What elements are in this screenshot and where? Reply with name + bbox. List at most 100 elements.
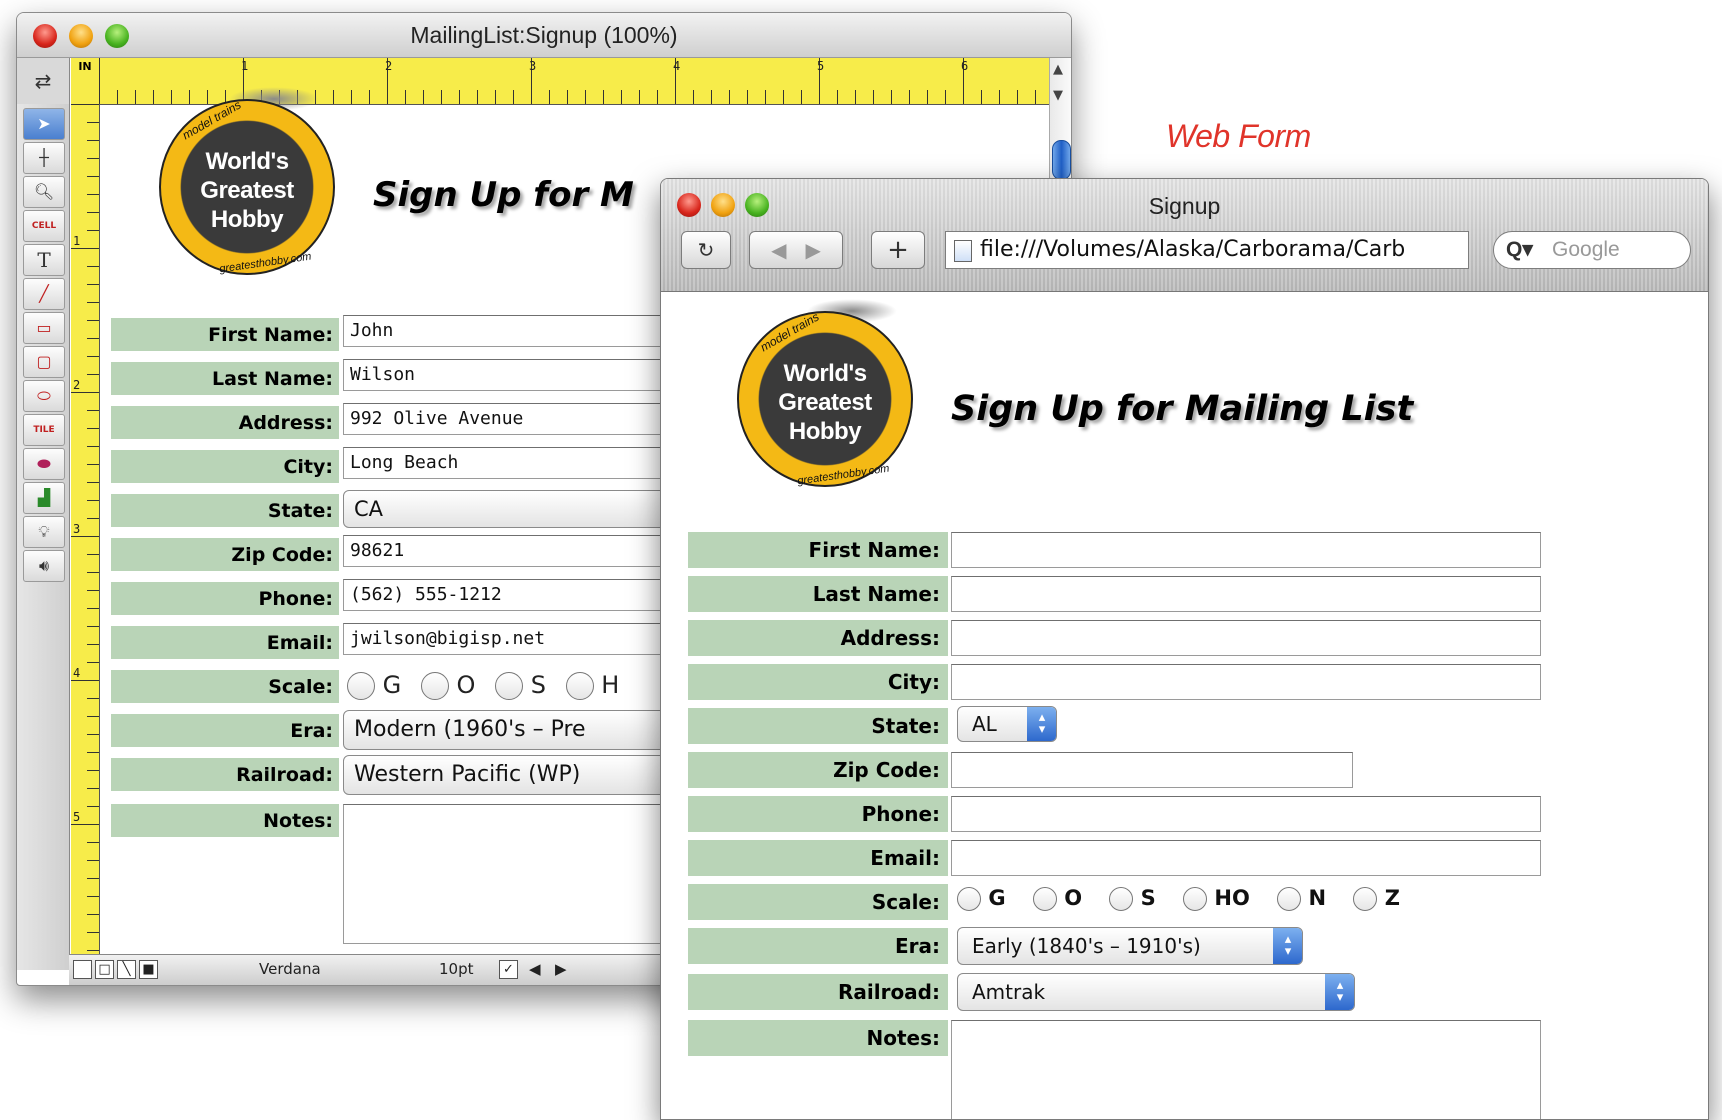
pointer-icon[interactable]: ➤ [23,108,65,140]
ruler-tick: 1 [73,234,81,248]
scroll-down-icon[interactable]: ▼ [1053,88,1063,103]
radio-label: O [1064,886,1083,910]
reload-icon[interactable]: ↻ [681,231,731,269]
scroll-thumb[interactable] [1052,140,1071,180]
font-name[interactable]: Verdana [259,960,321,978]
scroll-right-icon[interactable]: ▶ [555,960,567,978]
search-field[interactable]: Q▾ Google [1493,231,1691,269]
check-icon[interactable]: ✓ [499,960,518,979]
label-zip: Zip Code: [688,752,948,788]
label-railroad: Railroad: [111,758,339,791]
zip-input[interactable] [951,752,1353,788]
radio-button[interactable] [1277,887,1302,911]
label-last-name: Last Name: [688,576,948,612]
ruler-tick: 4 [673,59,681,73]
speaker-tool-icon[interactable]: 🔊︎ [23,550,65,582]
solid-swatch-icon[interactable]: ■ [139,960,158,979]
tile-tool-icon[interactable]: TILE [23,414,65,446]
font-size[interactable]: 10pt [439,960,474,978]
era-select[interactable]: Early (1840's – 1910's) ▴ ▾ [957,927,1303,965]
page-title: Sign Up for Mailing List [951,389,1414,429]
first-name-input[interactable] [951,532,1541,568]
text-tool-icon[interactable]: T [23,244,65,276]
zip-field[interactable]: 98621 [343,535,673,567]
notes-textarea[interactable] [951,1020,1541,1119]
line-tool-icon[interactable]: ╱ [23,278,65,310]
rectangle-tool-icon[interactable]: ▭ [23,312,65,344]
search-icon: Q▾ [1506,238,1533,261]
city-field[interactable]: Long Beach [343,447,673,479]
ruler-unit: IN [71,58,99,105]
radio-button[interactable] [347,672,375,700]
railroad-popup[interactable]: Western Pacific (WP) [343,755,683,795]
label-state: State: [688,708,948,744]
phone-input[interactable] [951,796,1541,832]
line-swatch-icon[interactable]: ╲ [117,960,136,979]
button-tool-icon[interactable]: ⬬ [23,448,65,480]
address-bar[interactable]: file:///Volumes/Alaska/Carborama/Carb [945,231,1469,269]
back-icon[interactable]: ◀ [771,238,786,262]
label-address: Address: [688,620,948,656]
mode-toggle-icon[interactable]: ⇄ [17,58,70,105]
back-forward-buttons[interactable]: ◀ ▶ [749,231,843,269]
radio-label: HO [1214,886,1250,910]
chart-tool-icon[interactable]: ▟ [23,482,65,514]
city-input[interactable] [951,664,1541,700]
fill-swatch-icon[interactable] [73,960,92,979]
oval-tool-icon[interactable]: ⬭ [23,380,65,412]
railroad-select-value: Amtrak [972,980,1046,1004]
radio-label: G [988,886,1006,910]
era-popup[interactable]: Modern (1960's – Pre [343,710,683,750]
email-field[interactable]: jwilson@bigisp.net [343,623,673,655]
label-notes: Notes: [111,804,339,837]
first-name-field[interactable]: John [343,315,673,347]
ruler-tick: 5 [817,59,825,73]
notes-field[interactable] [343,804,683,944]
state-popup[interactable]: CA [343,490,673,528]
last-name-field[interactable]: Wilson [343,359,673,391]
browser-window: Signup ↻ ◀ ▶ + file:///Volumes/Alaska/Ca… [660,178,1709,1120]
address-field[interactable]: 992 Olive Avenue [343,403,673,435]
browser-toolbar: Signup ↻ ◀ ▶ + file:///Volumes/Alaska/Ca… [661,179,1708,292]
add-bookmark-icon[interactable]: + [871,231,925,269]
label-era: Era: [688,928,948,964]
radio-label: Z [1384,886,1400,910]
radio-button[interactable] [495,672,524,700]
label-phone: Phone: [111,582,339,615]
forward-icon[interactable]: ▶ [806,238,821,262]
scroll-left-icon[interactable]: ◀ [529,960,541,978]
frame-swatch-icon[interactable]: □ [95,960,114,979]
scale-radio-group: G O S HO N Z [957,886,1400,911]
ruler-tick: 2 [385,59,393,73]
state-select[interactable]: AL ▴ ▾ [957,706,1057,742]
radio-button[interactable] [1109,887,1134,911]
logo: model trains World's Greatest Hobby grea… [737,299,913,487]
editor-heading: Sign Up for M [373,175,634,215]
crosshair-icon[interactable]: ┼ [23,142,65,174]
browser-window-title: Signup [1148,193,1221,219]
label-email: Email: [111,626,339,659]
address-input[interactable] [951,620,1541,656]
radio-button[interactable] [420,672,449,700]
radio-button[interactable] [957,887,981,911]
railroad-select[interactable]: Amtrak ▴ ▾ [957,973,1355,1011]
cell-tool-icon[interactable]: CELL [23,210,65,242]
phone-field[interactable]: (562) 555-1212 [343,579,673,611]
rounded-rect-tool-icon[interactable]: ▢ [23,346,65,378]
label-first-name: First Name: [688,532,948,568]
era-select-value: Early (1840's – 1910's) [972,934,1201,958]
radio-button[interactable] [1353,887,1378,911]
logo-text: World's Greatest Hobby [159,147,335,234]
scroll-up-icon[interactable]: ▲ [1053,62,1063,77]
ruler-tick: 4 [73,666,81,680]
state-select-value: AL [972,712,997,736]
radio-label: S [530,671,546,699]
last-name-input[interactable] [951,576,1541,612]
magnifier-icon[interactable]: 🔍︎ [23,176,65,208]
bulb-tool-icon[interactable]: 💡︎ [23,516,65,548]
radio-button[interactable] [1032,887,1057,911]
radio-button[interactable] [1183,887,1208,911]
radio-button[interactable] [565,672,594,700]
email-input[interactable] [951,840,1541,876]
stepper-icon: ▴ ▾ [1027,707,1056,741]
